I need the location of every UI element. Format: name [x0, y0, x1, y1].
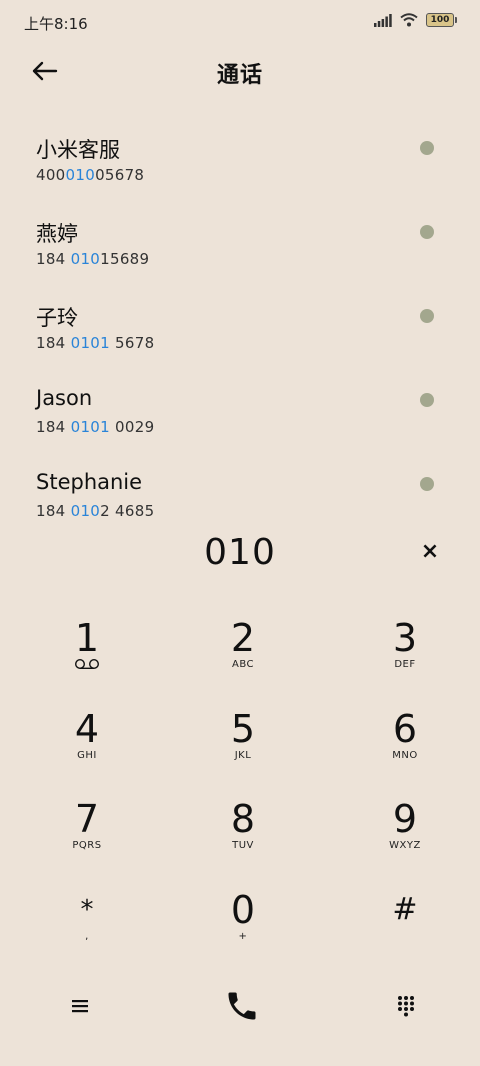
- key-letters: GHI: [77, 750, 97, 761]
- contact-indicator: [420, 477, 434, 491]
- key-digit: 4: [74, 707, 100, 751]
- key-digit: 5: [230, 707, 256, 751]
- phone-icon: [228, 992, 256, 1020]
- key-3[interactable]: 3 DEF: [345, 618, 465, 698]
- key-letters: MNO: [392, 750, 418, 761]
- dialpad-button[interactable]: [382, 982, 430, 1030]
- key-digit: 6: [392, 707, 418, 751]
- key-digit: 8: [230, 797, 256, 841]
- contact-number: 40001005678: [36, 166, 145, 184]
- menu-button[interactable]: [56, 982, 104, 1030]
- wifi-icon: [400, 13, 418, 27]
- key-letters: +: [238, 931, 248, 942]
- key-digit: 2: [230, 616, 256, 660]
- key-1[interactable]: 1: [27, 618, 147, 698]
- dialed-number: 010: [204, 532, 276, 573]
- contact-name: 子玲: [36, 306, 78, 330]
- key-letters: PQRS: [72, 840, 102, 851]
- contact-number: 184 0101 5678: [36, 334, 155, 352]
- key-letters: TUV: [232, 840, 254, 851]
- contact-indicator: [420, 141, 434, 155]
- contact-number: 184 01015689: [36, 250, 150, 268]
- key-letters: ABC: [231, 659, 254, 670]
- call-button[interactable]: [218, 982, 266, 1030]
- key-letters: WXYZ: [389, 840, 421, 851]
- key-digit: #: [392, 892, 418, 927]
- contact-item[interactable]: 小米客服 40001005678: [0, 134, 480, 218]
- key-4[interactable]: 4 GHI: [27, 709, 147, 789]
- key-2[interactable]: 2 ABC: [183, 618, 303, 698]
- dialpad-icon: [398, 996, 414, 1017]
- dialed-number-area: 010 ×: [0, 530, 480, 578]
- key-digit: 7: [74, 797, 100, 841]
- status-icons: 100: [374, 13, 457, 27]
- contact-name: Jason: [36, 386, 93, 410]
- contact-indicator: [420, 393, 434, 407]
- status-bar: 上午8:16 100: [0, 0, 480, 46]
- key-0[interactable]: 0 +: [183, 890, 303, 970]
- contact-number: 184 0101 0029: [36, 418, 155, 436]
- clear-button[interactable]: ×: [418, 540, 442, 564]
- key-star[interactable]: * ,: [27, 890, 147, 970]
- key-letters: ,: [85, 931, 89, 942]
- contact-indicator: [420, 309, 434, 323]
- signal-icon: [374, 13, 392, 27]
- header: 通话: [0, 48, 480, 96]
- contact-indicator: [420, 225, 434, 239]
- key-9[interactable]: 9 WXYZ: [345, 799, 465, 879]
- key-digit: 1: [74, 616, 100, 660]
- contact-name: Stephanie: [36, 470, 143, 494]
- contact-item[interactable]: 子玲 184 0101 5678: [0, 302, 480, 386]
- contact-name: 燕婷: [36, 222, 78, 246]
- contact-item[interactable]: 燕婷 184 01015689: [0, 218, 480, 302]
- contact-number: 184 0102 4685: [36, 502, 155, 520]
- page-title: 通话: [216, 63, 263, 88]
- voicemail-icon: [27, 658, 147, 675]
- contact-name: 小米客服: [36, 138, 120, 162]
- battery-icon: 100: [426, 13, 457, 27]
- bottom-bar: [0, 976, 480, 1036]
- key-letters: DEF: [394, 659, 416, 670]
- key-6[interactable]: 6 MNO: [345, 709, 465, 789]
- key-letters: JKL: [234, 750, 252, 761]
- key-digit: 0: [230, 888, 256, 932]
- key-7[interactable]: 7 PQRS: [27, 799, 147, 879]
- key-hash[interactable]: #: [345, 890, 465, 970]
- key-8[interactable]: 8 TUV: [183, 799, 303, 879]
- status-time: 上午8:16: [24, 15, 88, 33]
- menu-icon: [72, 1000, 88, 1013]
- contact-item[interactable]: Jason 184 0101 0029: [0, 386, 480, 470]
- key-digit: 3: [392, 616, 418, 660]
- key-5[interactable]: 5 JKL: [183, 709, 303, 789]
- key-digit: *: [80, 895, 94, 925]
- key-digit: 9: [392, 797, 418, 841]
